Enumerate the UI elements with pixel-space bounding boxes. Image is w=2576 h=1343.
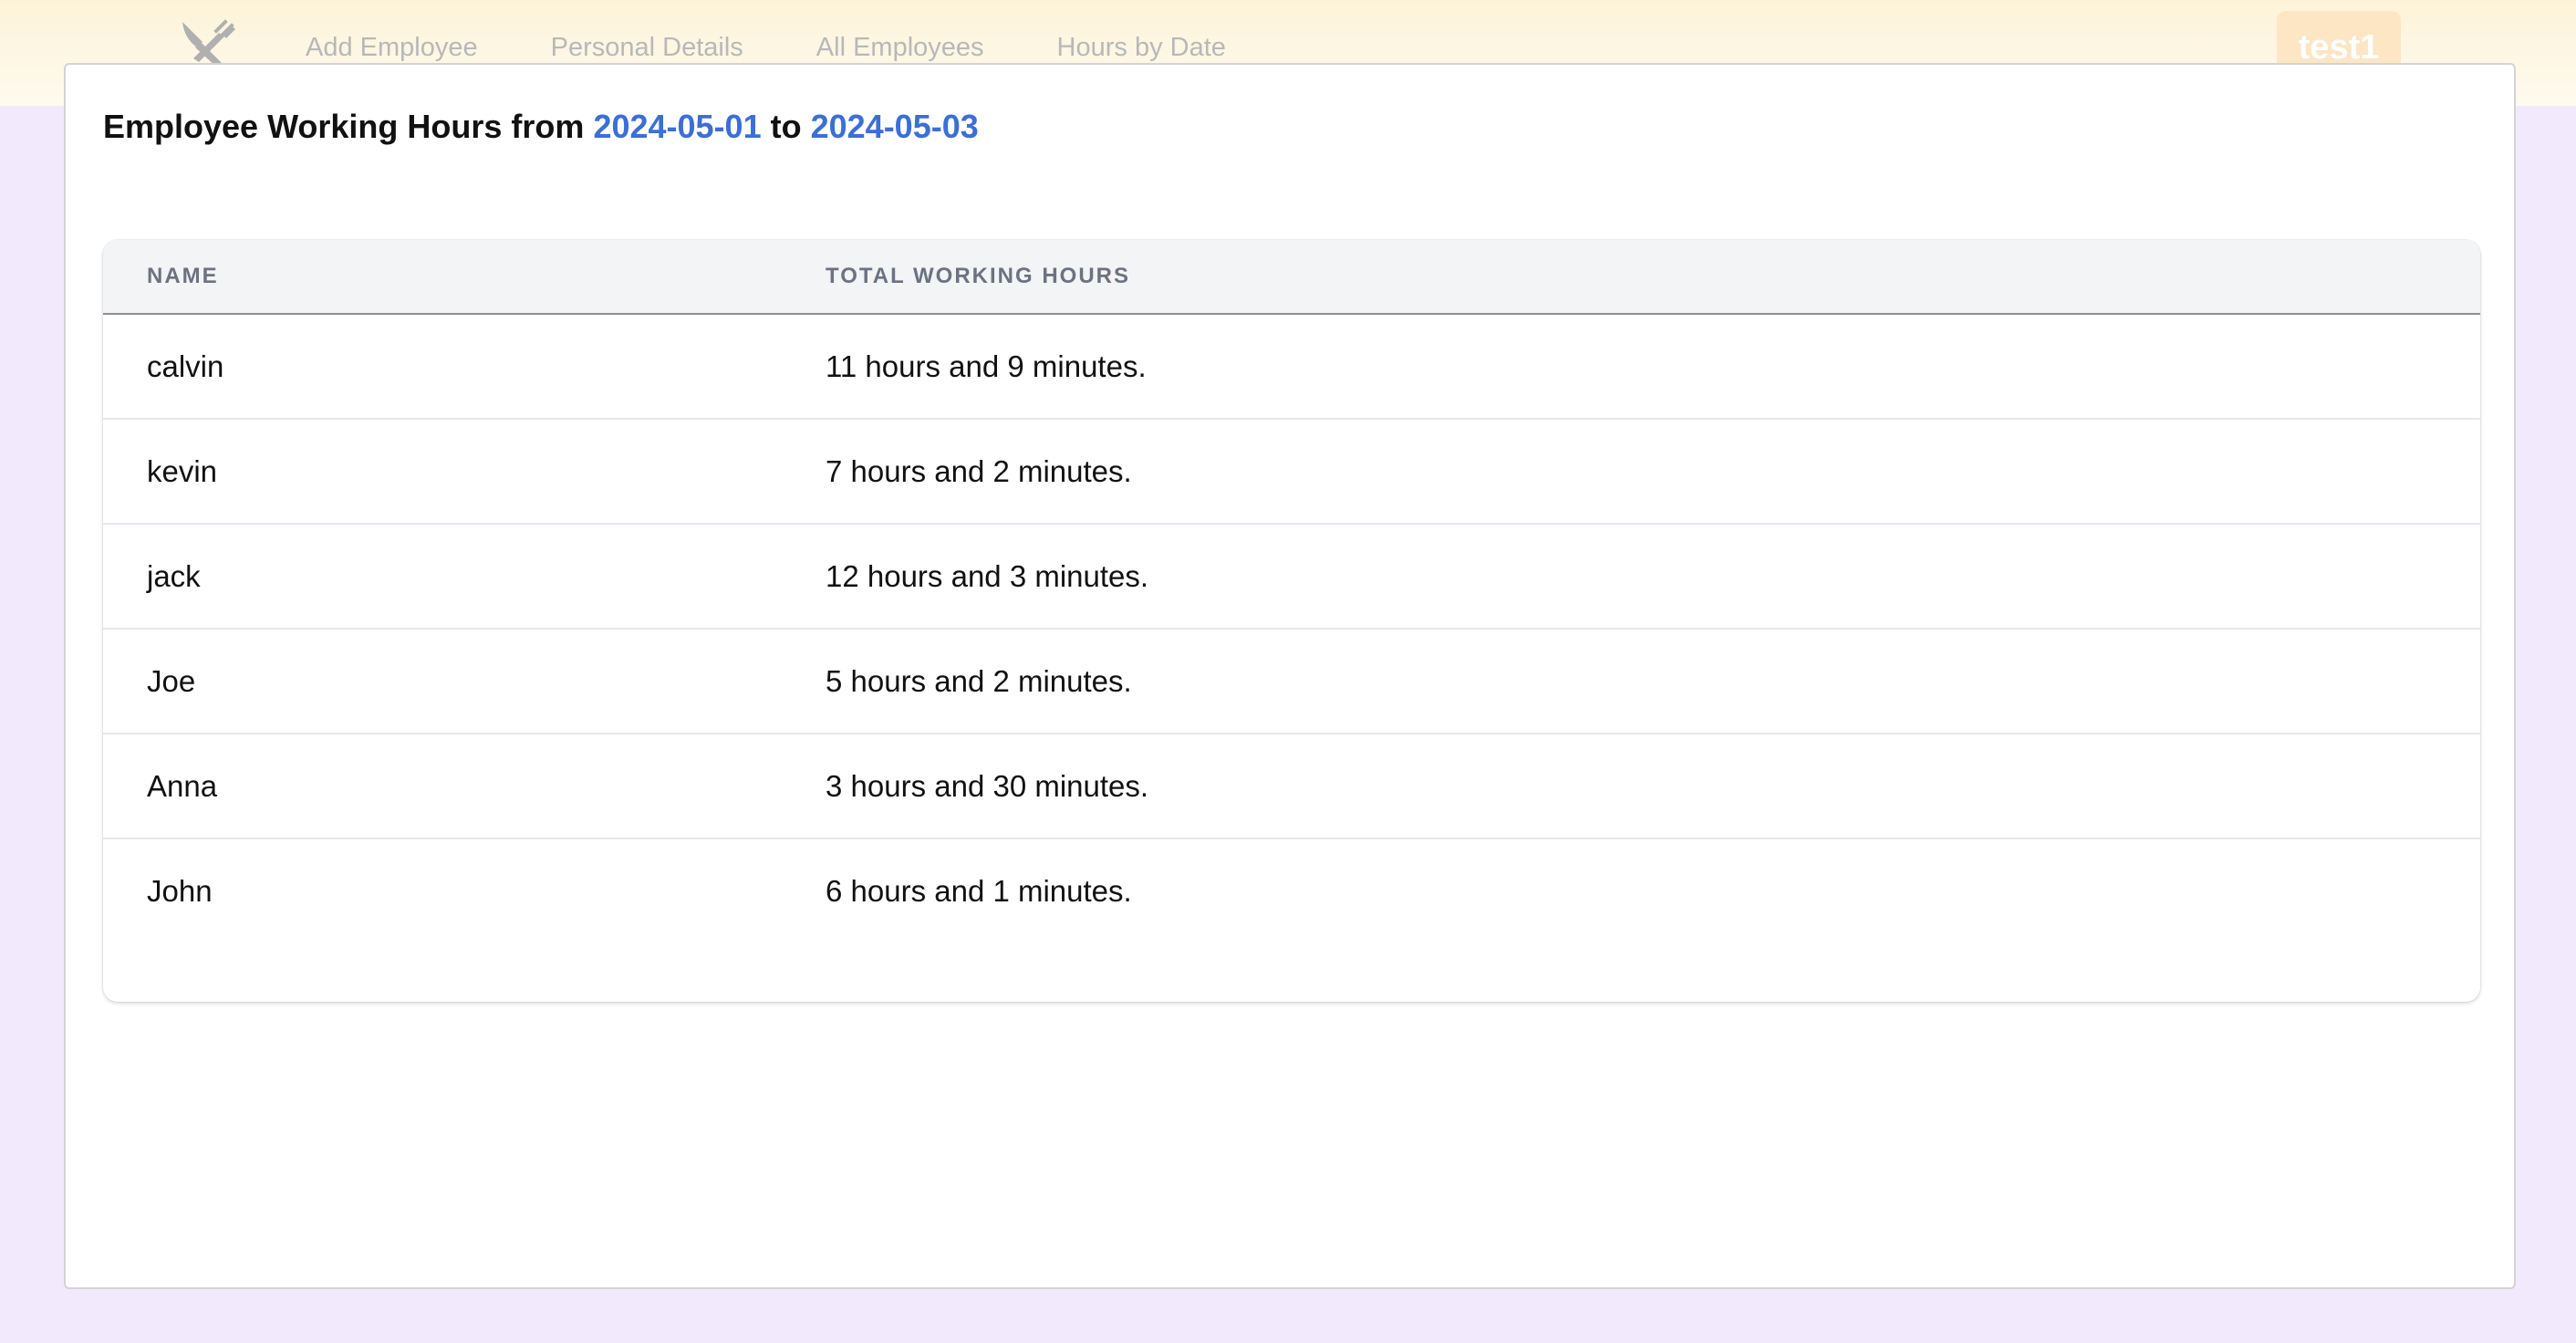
nav-add-employee[interactable]: Add Employee [306,31,478,64]
employee-name-cell: Joe [103,629,826,734]
employee-name-cell: kevin [103,419,826,525]
column-header-name: NAME [103,240,826,315]
page-title: Employee Working Hours from 2024-05-01 t… [103,105,979,149]
hours-table: NAME TOTAL WORKING HOURS calvin 11 hours… [103,240,2480,942]
employee-name-cell: Anna [103,734,826,839]
main-nav: Add Employee Personal Details All Employ… [306,31,1226,64]
title-prefix: Employee Working Hours from [103,108,585,145]
hours-table-container: NAME TOTAL WORKING HOURS calvin 11 hours… [103,240,2480,1002]
end-date: 2024-05-03 [810,108,979,145]
table-row: Joe 5 hours and 2 minutes. [103,629,2480,734]
hours-report-card: Employee Working Hours from 2024-05-01 t… [64,63,2516,1289]
table-row: jack 12 hours and 3 minutes. [103,524,2480,630]
title-connector: to [770,108,802,145]
table-row: calvin 11 hours and 9 minutes. [103,314,2480,420]
nav-hours-by-date[interactable]: Hours by Date [1057,31,1226,64]
employee-name-cell: calvin [103,314,826,420]
table-row: kevin 7 hours and 2 minutes. [103,419,2480,525]
start-date: 2024-05-01 [593,108,762,145]
nav-personal-details[interactable]: Personal Details [551,31,743,64]
working-hours-cell: 12 hours and 3 minutes. [826,524,2480,630]
column-header-hours: TOTAL WORKING HOURS [826,240,2480,315]
working-hours-cell: 3 hours and 30 minutes. [826,734,2480,839]
utensils-icon[interactable] [179,15,243,69]
working-hours-cell: 11 hours and 9 minutes. [826,314,2480,420]
employee-name-cell: John [147,873,213,908]
table-header-row: NAME TOTAL WORKING HOURS [103,240,2480,315]
table-row: John 6 hours and 1 minutes. [103,838,2480,942]
working-hours-cell: 7 hours and 2 minutes. [826,419,2480,525]
nav-all-employees[interactable]: All Employees [816,31,984,64]
employee-name-cell: jack [103,524,826,630]
working-hours-cell: 6 hours and 1 minutes. [826,873,1132,908]
table-row: Anna 3 hours and 30 minutes. [103,734,2480,839]
working-hours-cell: 5 hours and 2 minutes. [826,629,2480,734]
